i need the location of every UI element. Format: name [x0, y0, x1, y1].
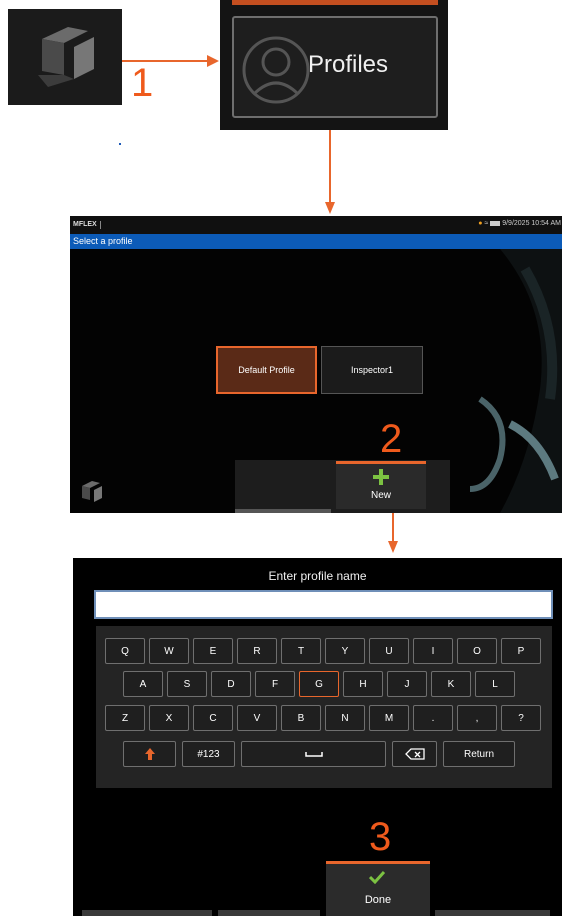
return-key[interactable]: Return	[443, 741, 515, 767]
key-v[interactable]: V	[237, 705, 277, 731]
keyboard-title: Enter profile name	[268, 569, 367, 583]
keyboard-screen: Enter profile name Q W E R T Y U I O P A…	[73, 558, 562, 916]
plus-icon	[373, 469, 389, 485]
backspace-key[interactable]	[392, 741, 437, 767]
key-period[interactable]: .	[413, 705, 453, 731]
key-y[interactable]: Y	[325, 638, 365, 664]
profile-name-input[interactable]	[94, 590, 553, 619]
key-i[interactable]: I	[413, 638, 453, 664]
key-u[interactable]: U	[369, 638, 409, 664]
space-bar-icon	[304, 752, 323, 757]
key-b[interactable]: B	[281, 705, 321, 731]
profile-button-default[interactable]: Default Profile	[216, 346, 317, 394]
key-k[interactable]: K	[431, 671, 471, 697]
app-name: MFLEX	[73, 221, 97, 228]
key-x[interactable]: X	[149, 705, 189, 731]
key-question[interactable]: ?	[501, 705, 541, 731]
step-label-1: 1	[131, 61, 154, 105]
shift-key[interactable]	[123, 741, 176, 767]
done-button[interactable]: Done	[326, 861, 430, 916]
profile-label-default: Default Profile	[238, 365, 295, 375]
new-profile-button[interactable]: New	[336, 461, 426, 509]
new-label: New	[370, 490, 391, 501]
profiles-tile[interactable]: Profiles	[232, 16, 438, 118]
key-g[interactable]: G	[299, 671, 339, 697]
app-logo-icon	[38, 27, 94, 87]
profile-select-screen: MFLEX ● ≈ 9/9/2025 10:54 AM Select a pro…	[70, 216, 562, 513]
backspace-icon	[404, 748, 425, 760]
key-j[interactable]: J	[387, 671, 427, 697]
user-circle-icon	[242, 36, 310, 104]
key-h[interactable]: H	[343, 671, 383, 697]
datetime: 9/9/2025 10:54 AM	[502, 220, 561, 227]
profiles-label: Profiles	[308, 51, 389, 78]
profile-label-inspector1: Inspector1	[350, 365, 394, 375]
key-l[interactable]: L	[475, 671, 515, 697]
key-a[interactable]: A	[123, 671, 163, 697]
title-bar: Select a profile	[70, 234, 562, 249]
app-logo-tile[interactable]	[8, 9, 122, 105]
key-n[interactable]: N	[325, 705, 365, 731]
key-s[interactable]: S	[167, 671, 207, 697]
app-logo-icon	[82, 481, 102, 502]
battery-icon	[490, 220, 501, 226]
key-d[interactable]: D	[211, 671, 251, 697]
key-comma[interactable]: ,	[457, 705, 497, 731]
key-t[interactable]: T	[281, 638, 321, 664]
profile-button-inspector1[interactable]: Inspector1	[321, 346, 423, 394]
key-m[interactable]: M	[369, 705, 409, 731]
done-label: Done	[364, 894, 392, 906]
step-label-2: 2	[380, 417, 403, 461]
key-z[interactable]: Z	[105, 705, 145, 731]
key-o[interactable]: O	[457, 638, 497, 664]
checkmark-icon	[369, 870, 385, 884]
on-screen-keyboard: Q W E R T Y U I O P A S D F G H J K L Z …	[96, 626, 552, 788]
symbols-key[interactable]: #123	[182, 741, 235, 767]
key-e[interactable]: E	[193, 638, 233, 664]
shift-up-arrow-icon	[144, 748, 155, 760]
key-r[interactable]: R	[237, 638, 277, 664]
key-w[interactable]: W	[149, 638, 189, 664]
space-key[interactable]	[241, 741, 386, 767]
key-f[interactable]: F	[255, 671, 295, 697]
key-p[interactable]: P	[501, 638, 541, 664]
status-bar: MFLEX ● ≈ 9/9/2025 10:54 AM	[70, 216, 562, 234]
wifi-icon: ≈	[484, 220, 489, 227]
key-q[interactable]: Q	[105, 638, 145, 664]
lock-icon: ●	[478, 220, 483, 227]
profiles-tile-crop: Profiles	[220, 0, 448, 130]
step-label-3: 3	[369, 815, 392, 859]
screen-title: Select a profile	[73, 236, 133, 246]
key-c[interactable]: C	[193, 705, 233, 731]
